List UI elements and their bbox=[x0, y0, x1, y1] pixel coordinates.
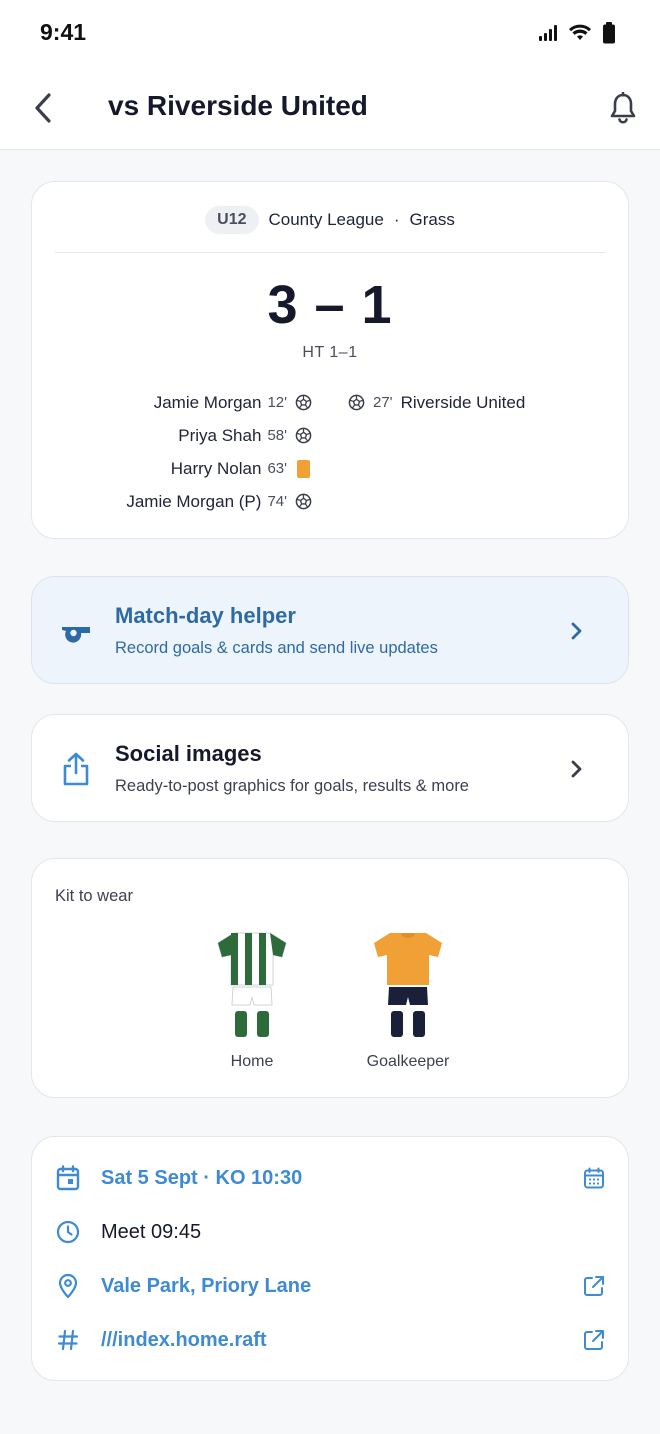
surface-label: Grass bbox=[409, 210, 455, 229]
event-player: Priya Shah bbox=[178, 425, 262, 445]
football-icon bbox=[295, 427, 312, 444]
what3words-link: ///index.home.raft bbox=[101, 1328, 267, 1351]
event-minute: 74' bbox=[267, 493, 287, 510]
helper-title: Match-day helper bbox=[115, 603, 296, 628]
chevron-right-icon bbox=[571, 760, 582, 778]
external-link-icon[interactable] bbox=[582, 1274, 606, 1298]
yellow-card-icon bbox=[297, 459, 310, 478]
divider bbox=[55, 252, 605, 253]
date-row[interactable]: Sat 5 Sept · KO 10:30 bbox=[55, 1158, 606, 1198]
what3words-row[interactable]: ///index.home.raft bbox=[55, 1320, 606, 1360]
status-icons bbox=[538, 22, 616, 44]
goalkeeper-kit-icon bbox=[374, 933, 442, 1037]
event-minute: 58' bbox=[267, 427, 287, 444]
whistle-icon bbox=[56, 611, 96, 651]
social-title: Social images bbox=[115, 741, 262, 766]
event-row: Priya Shah 58' bbox=[126, 419, 312, 452]
event-minute: 27' bbox=[373, 394, 393, 411]
chevron-right-icon bbox=[571, 622, 582, 640]
venue-link: Vale Park, Priory Lane bbox=[101, 1274, 312, 1297]
kit-card: Kit to wear Home Goalkeeper bbox=[31, 858, 629, 1098]
chevron-left-icon bbox=[35, 93, 51, 123]
football-icon bbox=[295, 394, 312, 411]
event-player: Jamie Morgan (P) bbox=[126, 491, 262, 511]
match-meta: U12 County League · Grass bbox=[32, 206, 628, 234]
football-icon bbox=[295, 493, 312, 510]
age-group-badge: U12 bbox=[205, 206, 259, 234]
event-row: 27' Riverside United bbox=[348, 386, 525, 419]
event-player: Riverside United bbox=[400, 392, 526, 412]
final-score: 3 – 1 bbox=[267, 275, 393, 335]
away-events: 27' Riverside United bbox=[348, 386, 525, 419]
home-kit-icon bbox=[217, 932, 287, 1037]
match-score-card: U12 County League · Grass 3 – 1 HT 1–1 J… bbox=[31, 181, 629, 539]
hash-icon bbox=[55, 1327, 81, 1353]
match-day-helper-card[interactable]: Match-day helper Record goals & cards an… bbox=[31, 576, 629, 684]
kit-home: Home bbox=[192, 931, 312, 1071]
social-images-card[interactable]: Social images Ready-to-post graphics for… bbox=[31, 714, 629, 822]
venue-row[interactable]: Vale Park, Priory Lane bbox=[55, 1266, 606, 1306]
meet-time: Meet 09:45 bbox=[101, 1220, 202, 1243]
clock-icon bbox=[55, 1219, 81, 1245]
notifications-button[interactable] bbox=[606, 90, 640, 126]
status-time: 9:41 bbox=[40, 19, 87, 45]
event-row: Harry Nolan 63' bbox=[126, 452, 312, 485]
competition-label: County League bbox=[268, 210, 384, 229]
kit-goalkeeper: Goalkeeper bbox=[348, 931, 468, 1071]
date-text: Sat 5 Sept · KO 10:30 bbox=[101, 1166, 303, 1189]
event-minute: 63' bbox=[267, 460, 287, 477]
kit-label: Home bbox=[230, 1053, 274, 1070]
event-player: Harry Nolan bbox=[170, 458, 262, 478]
kit-title: Kit to wear bbox=[55, 887, 133, 905]
event-row: Jamie Morgan (P) 74' bbox=[126, 485, 312, 518]
calendar-icon bbox=[55, 1165, 81, 1191]
back-button[interactable] bbox=[28, 88, 58, 128]
helper-subtitle: Record goals & cards and send live updat… bbox=[115, 639, 438, 657]
battery-icon bbox=[603, 22, 615, 44]
social-subtitle: Ready-to-post graphics for goals, result… bbox=[115, 777, 469, 795]
half-time-score: HT 1–1 bbox=[302, 344, 358, 361]
share-icon bbox=[56, 749, 96, 789]
location-pin-icon bbox=[55, 1273, 81, 1299]
event-row: Jamie Morgan 12' bbox=[126, 386, 312, 419]
kit-label: Goalkeeper bbox=[366, 1053, 450, 1070]
add-to-calendar-icon[interactable] bbox=[582, 1166, 606, 1190]
wifi-icon bbox=[569, 24, 591, 40]
status-bar: 9:41 bbox=[0, 0, 660, 66]
page-title: vs Riverside United bbox=[108, 90, 368, 121]
event-player: Jamie Morgan bbox=[153, 392, 262, 412]
app-header: vs Riverside United bbox=[0, 66, 660, 150]
bell-icon bbox=[610, 92, 636, 124]
match-details-card: Sat 5 Sept · KO 10:30 Meet 09:45 Vale Pa… bbox=[31, 1136, 629, 1381]
meet-row: Meet 09:45 bbox=[55, 1212, 606, 1252]
home-events: Jamie Morgan 12' Priya Shah 58' Harry No… bbox=[126, 386, 312, 518]
event-minute: 12' bbox=[267, 394, 287, 411]
external-link-icon[interactable] bbox=[582, 1328, 606, 1352]
football-icon bbox=[348, 394, 365, 411]
signal-icon bbox=[539, 25, 557, 41]
meta-separator: · bbox=[393, 210, 400, 229]
